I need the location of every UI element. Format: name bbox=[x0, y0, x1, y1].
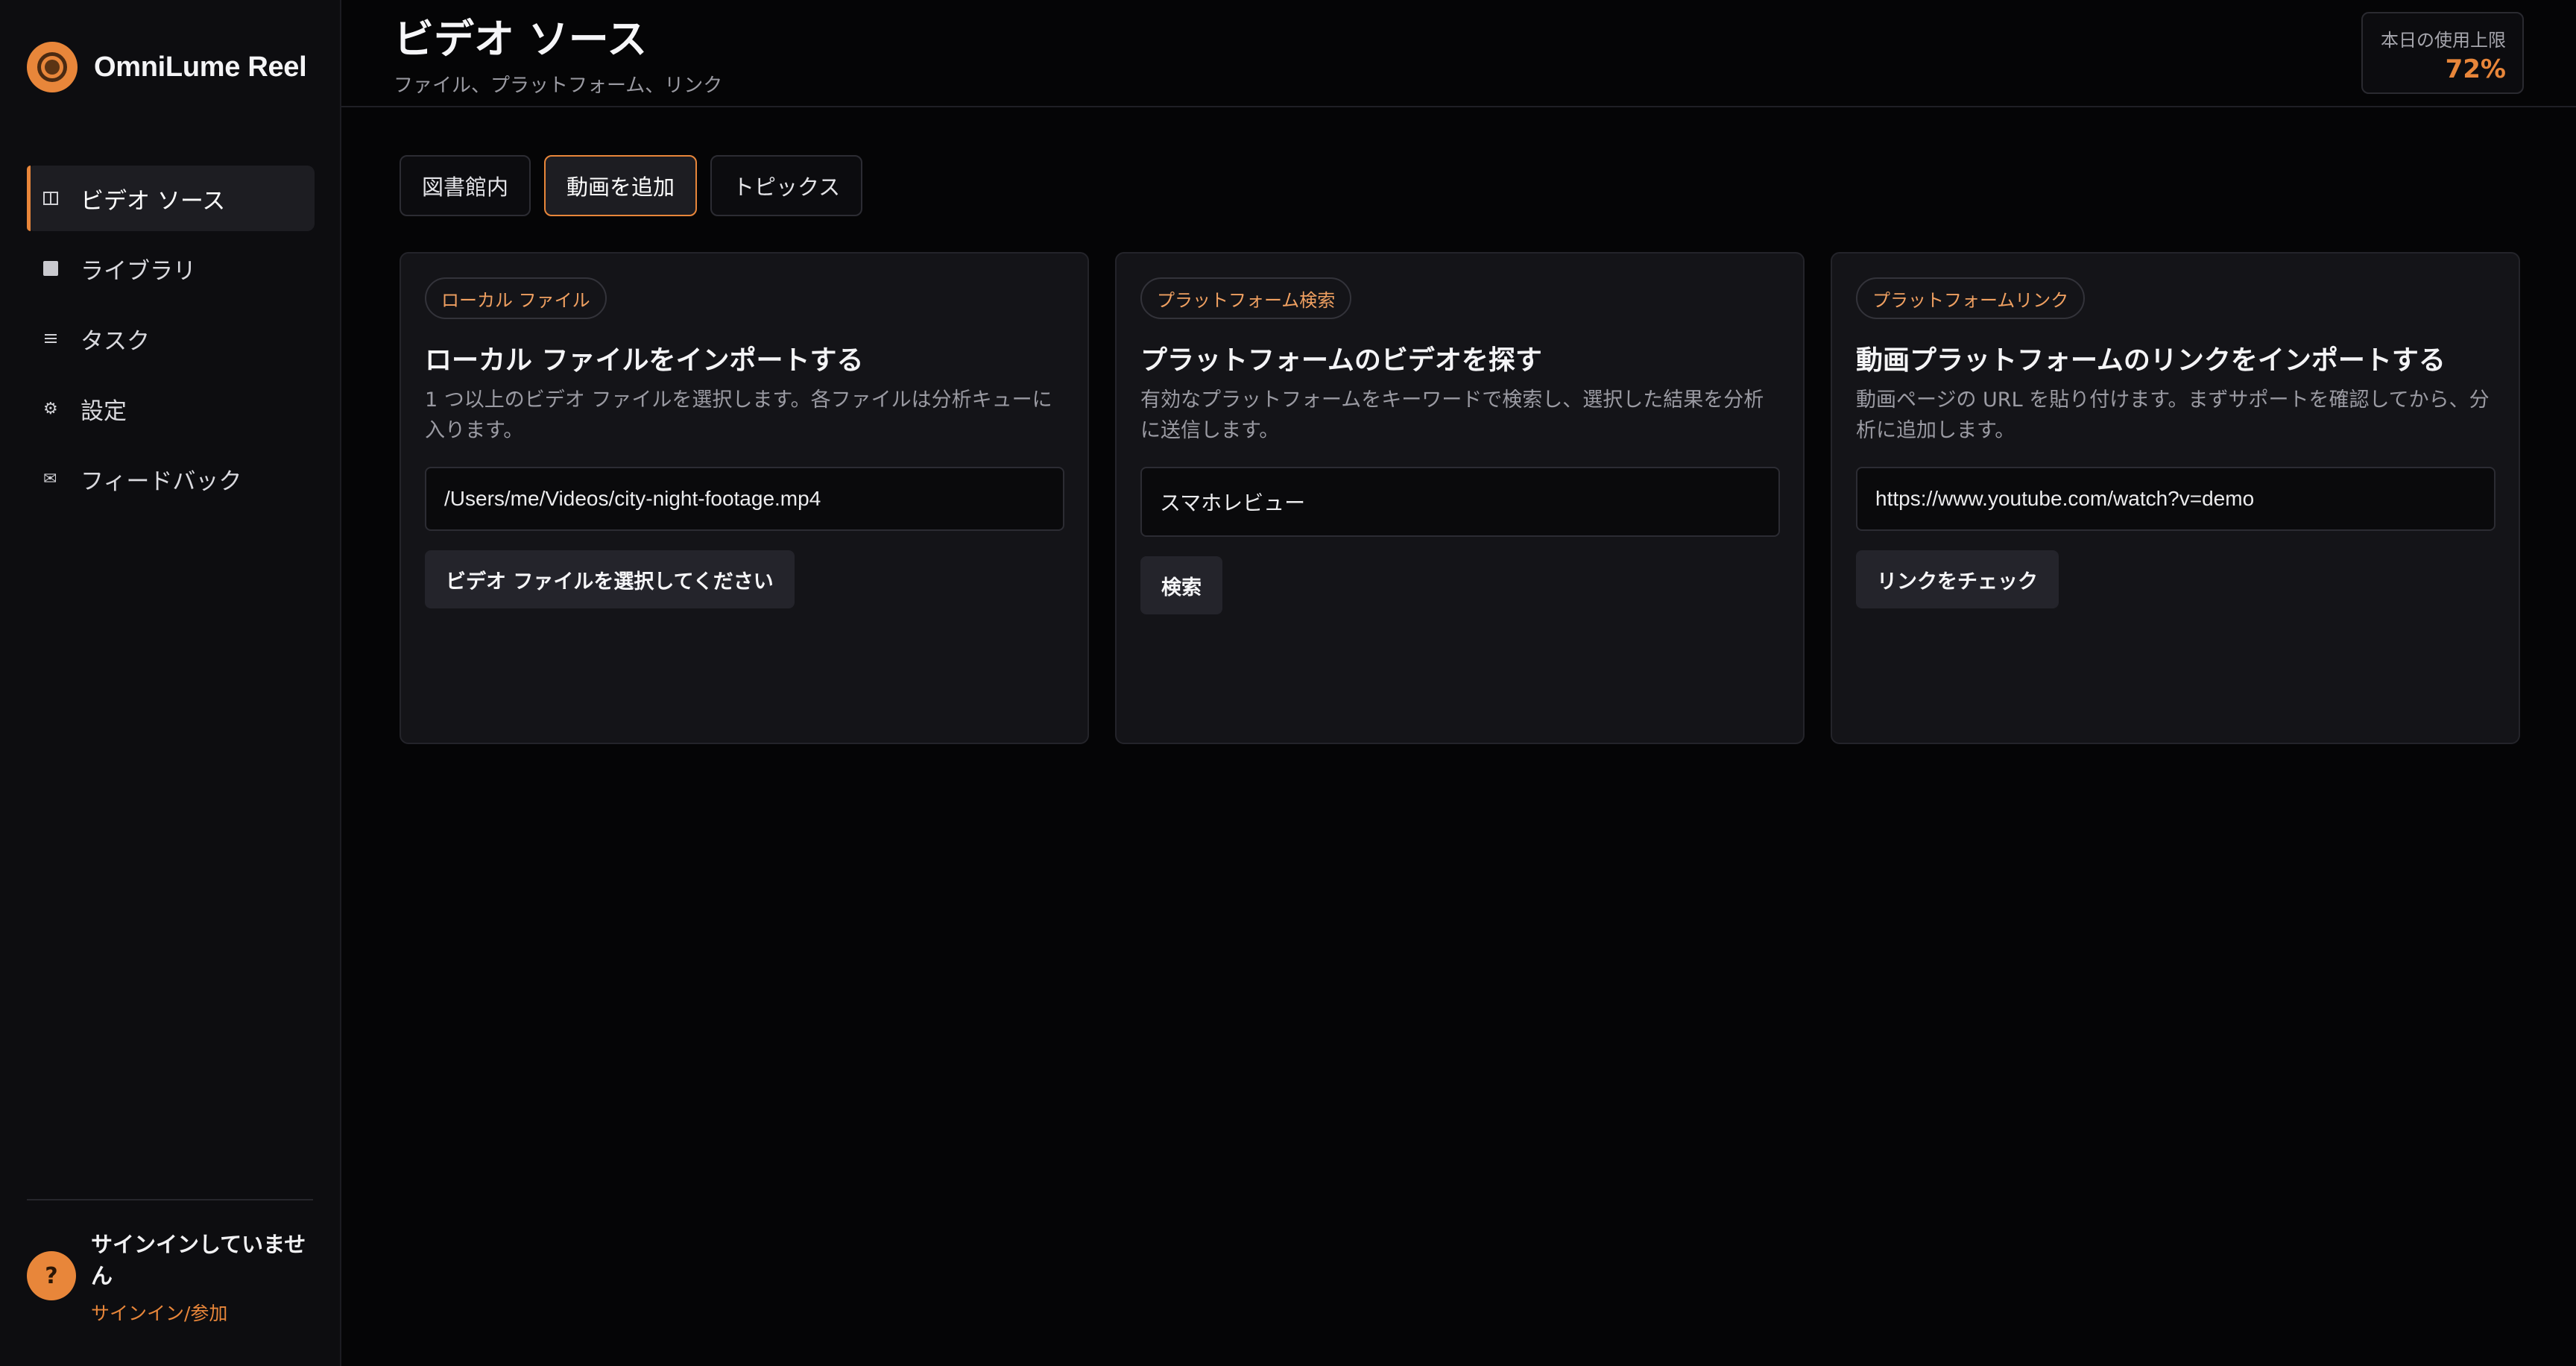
avatar[interactable]: ? bbox=[27, 1251, 76, 1300]
tab-bar: 図書館内 動画を追加 トピックス bbox=[400, 155, 876, 216]
sidebar-divider bbox=[27, 1199, 313, 1200]
sidebar-item-library[interactable]: ライブラリ bbox=[27, 236, 315, 301]
sidebar-item-label: ビデオ ソース bbox=[80, 187, 226, 215]
card-title: ローカル ファイルをインポートする bbox=[425, 345, 864, 376]
gear-icon: ⚙ bbox=[43, 399, 58, 418]
check-link-button[interactable]: リンクをチェック bbox=[1856, 550, 2059, 608]
tab-add-video[interactable]: 動画を追加 bbox=[544, 155, 698, 216]
card-tag: ローカル ファイル bbox=[425, 277, 607, 319]
platform-search-card: プラットフォーム検索 プラットフォームのビデオを探す 有効なプラットフォームをキ… bbox=[1115, 252, 1805, 744]
card-title: プラットフォームのビデオを探す bbox=[1140, 345, 1542, 376]
card-title: 動画プラットフォームのリンクをインポートする bbox=[1856, 345, 2446, 376]
sidebar-item-label: タスク bbox=[80, 327, 150, 355]
brand-name: OmniLume Reel bbox=[94, 51, 307, 83]
page-header: ビデオ ソース ファイル、プラットフォーム、リンク 本日の使用上限 72% bbox=[341, 0, 2576, 107]
mail-icon: ✉ bbox=[43, 469, 57, 488]
sidebar-item-feedback[interactable]: ✉ フィードバック bbox=[27, 446, 315, 512]
local-file-card: ローカル ファイル ローカル ファイルをインポートする 1 つ以上のビデオ ファ… bbox=[400, 252, 1089, 744]
user-status: サインインしていません bbox=[91, 1232, 306, 1288]
user-panel[interactable]: ? サインインしていません サインイン/参加 bbox=[27, 1229, 318, 1326]
file-path-input[interactable] bbox=[425, 467, 1064, 531]
main-content: ビデオ ソース ファイル、プラットフォーム、リンク 本日の使用上限 72% 図書… bbox=[341, 0, 2576, 1366]
page-title: ビデオ ソース bbox=[394, 16, 648, 63]
sidebar-nav: ビデオ ソース ライブラリ タスク ⚙ 設定 ✉ フィードバック bbox=[27, 166, 315, 516]
list-icon bbox=[43, 331, 66, 346]
sign-in-link[interactable]: サインイン/参加 bbox=[91, 1299, 307, 1326]
tab-topics[interactable]: トピックス bbox=[710, 155, 863, 216]
sidebar: OmniLume Reel ビデオ ソース ライブラリ タスク ⚙ 設定 ✉ フ… bbox=[0, 0, 341, 1366]
sidebar-item-tasks[interactable]: タスク bbox=[27, 306, 315, 371]
sidebar-item-video-sources[interactable]: ビデオ ソース bbox=[27, 166, 315, 231]
sidebar-item-settings[interactable]: ⚙ 設定 bbox=[27, 376, 315, 441]
sidebar-item-label: 設定 bbox=[80, 397, 127, 425]
select-video-file-button[interactable]: ビデオ ファイルを選択してください bbox=[425, 550, 795, 608]
card-description: 動画ページの URL を貼り付けます。まずサポートを確認してから、分析に追加しま… bbox=[1856, 388, 2490, 442]
square-icon bbox=[43, 261, 66, 276]
columns-icon bbox=[43, 191, 66, 206]
card-description: 有効なプラットフォームをキーワードで検索し、選択した結果を分析に送信します。 bbox=[1140, 388, 1764, 442]
sidebar-item-label: フィードバック bbox=[80, 468, 242, 495]
platform-link-card: プラットフォームリンク 動画プラットフォームのリンクをインポートする 動画ページ… bbox=[1831, 252, 2520, 744]
brand[interactable]: OmniLume Reel bbox=[27, 42, 307, 92]
sidebar-item-label: ライブラリ bbox=[80, 257, 196, 285]
card-tag: プラットフォームリンク bbox=[1856, 277, 2086, 319]
page-subtitle: ファイル、プラットフォーム、リンク bbox=[394, 75, 723, 97]
tab-library[interactable]: 図書館内 bbox=[400, 155, 531, 216]
search-input[interactable] bbox=[1140, 467, 1780, 537]
card-tag: プラットフォーム検索 bbox=[1140, 277, 1352, 319]
usage-label: 本日の使用上限 bbox=[2381, 30, 2506, 51]
card-description: 1 つ以上のビデオ ファイルを選択します。各ファイルは分析キューに入ります。 bbox=[425, 388, 1052, 442]
usage-value: 72% bbox=[2445, 54, 2506, 84]
url-input[interactable] bbox=[1856, 467, 2496, 531]
app-root: OmniLume Reel ビデオ ソース ライブラリ タスク ⚙ 設定 ✉ フ… bbox=[0, 0, 2576, 1366]
usage-limit-badge: 本日の使用上限 72% bbox=[2361, 12, 2524, 94]
brand-logo-icon bbox=[27, 42, 78, 92]
search-button[interactable]: 検索 bbox=[1140, 556, 1222, 614]
source-cards: ローカル ファイル ローカル ファイルをインポートする 1 つ以上のビデオ ファ… bbox=[400, 252, 2520, 744]
